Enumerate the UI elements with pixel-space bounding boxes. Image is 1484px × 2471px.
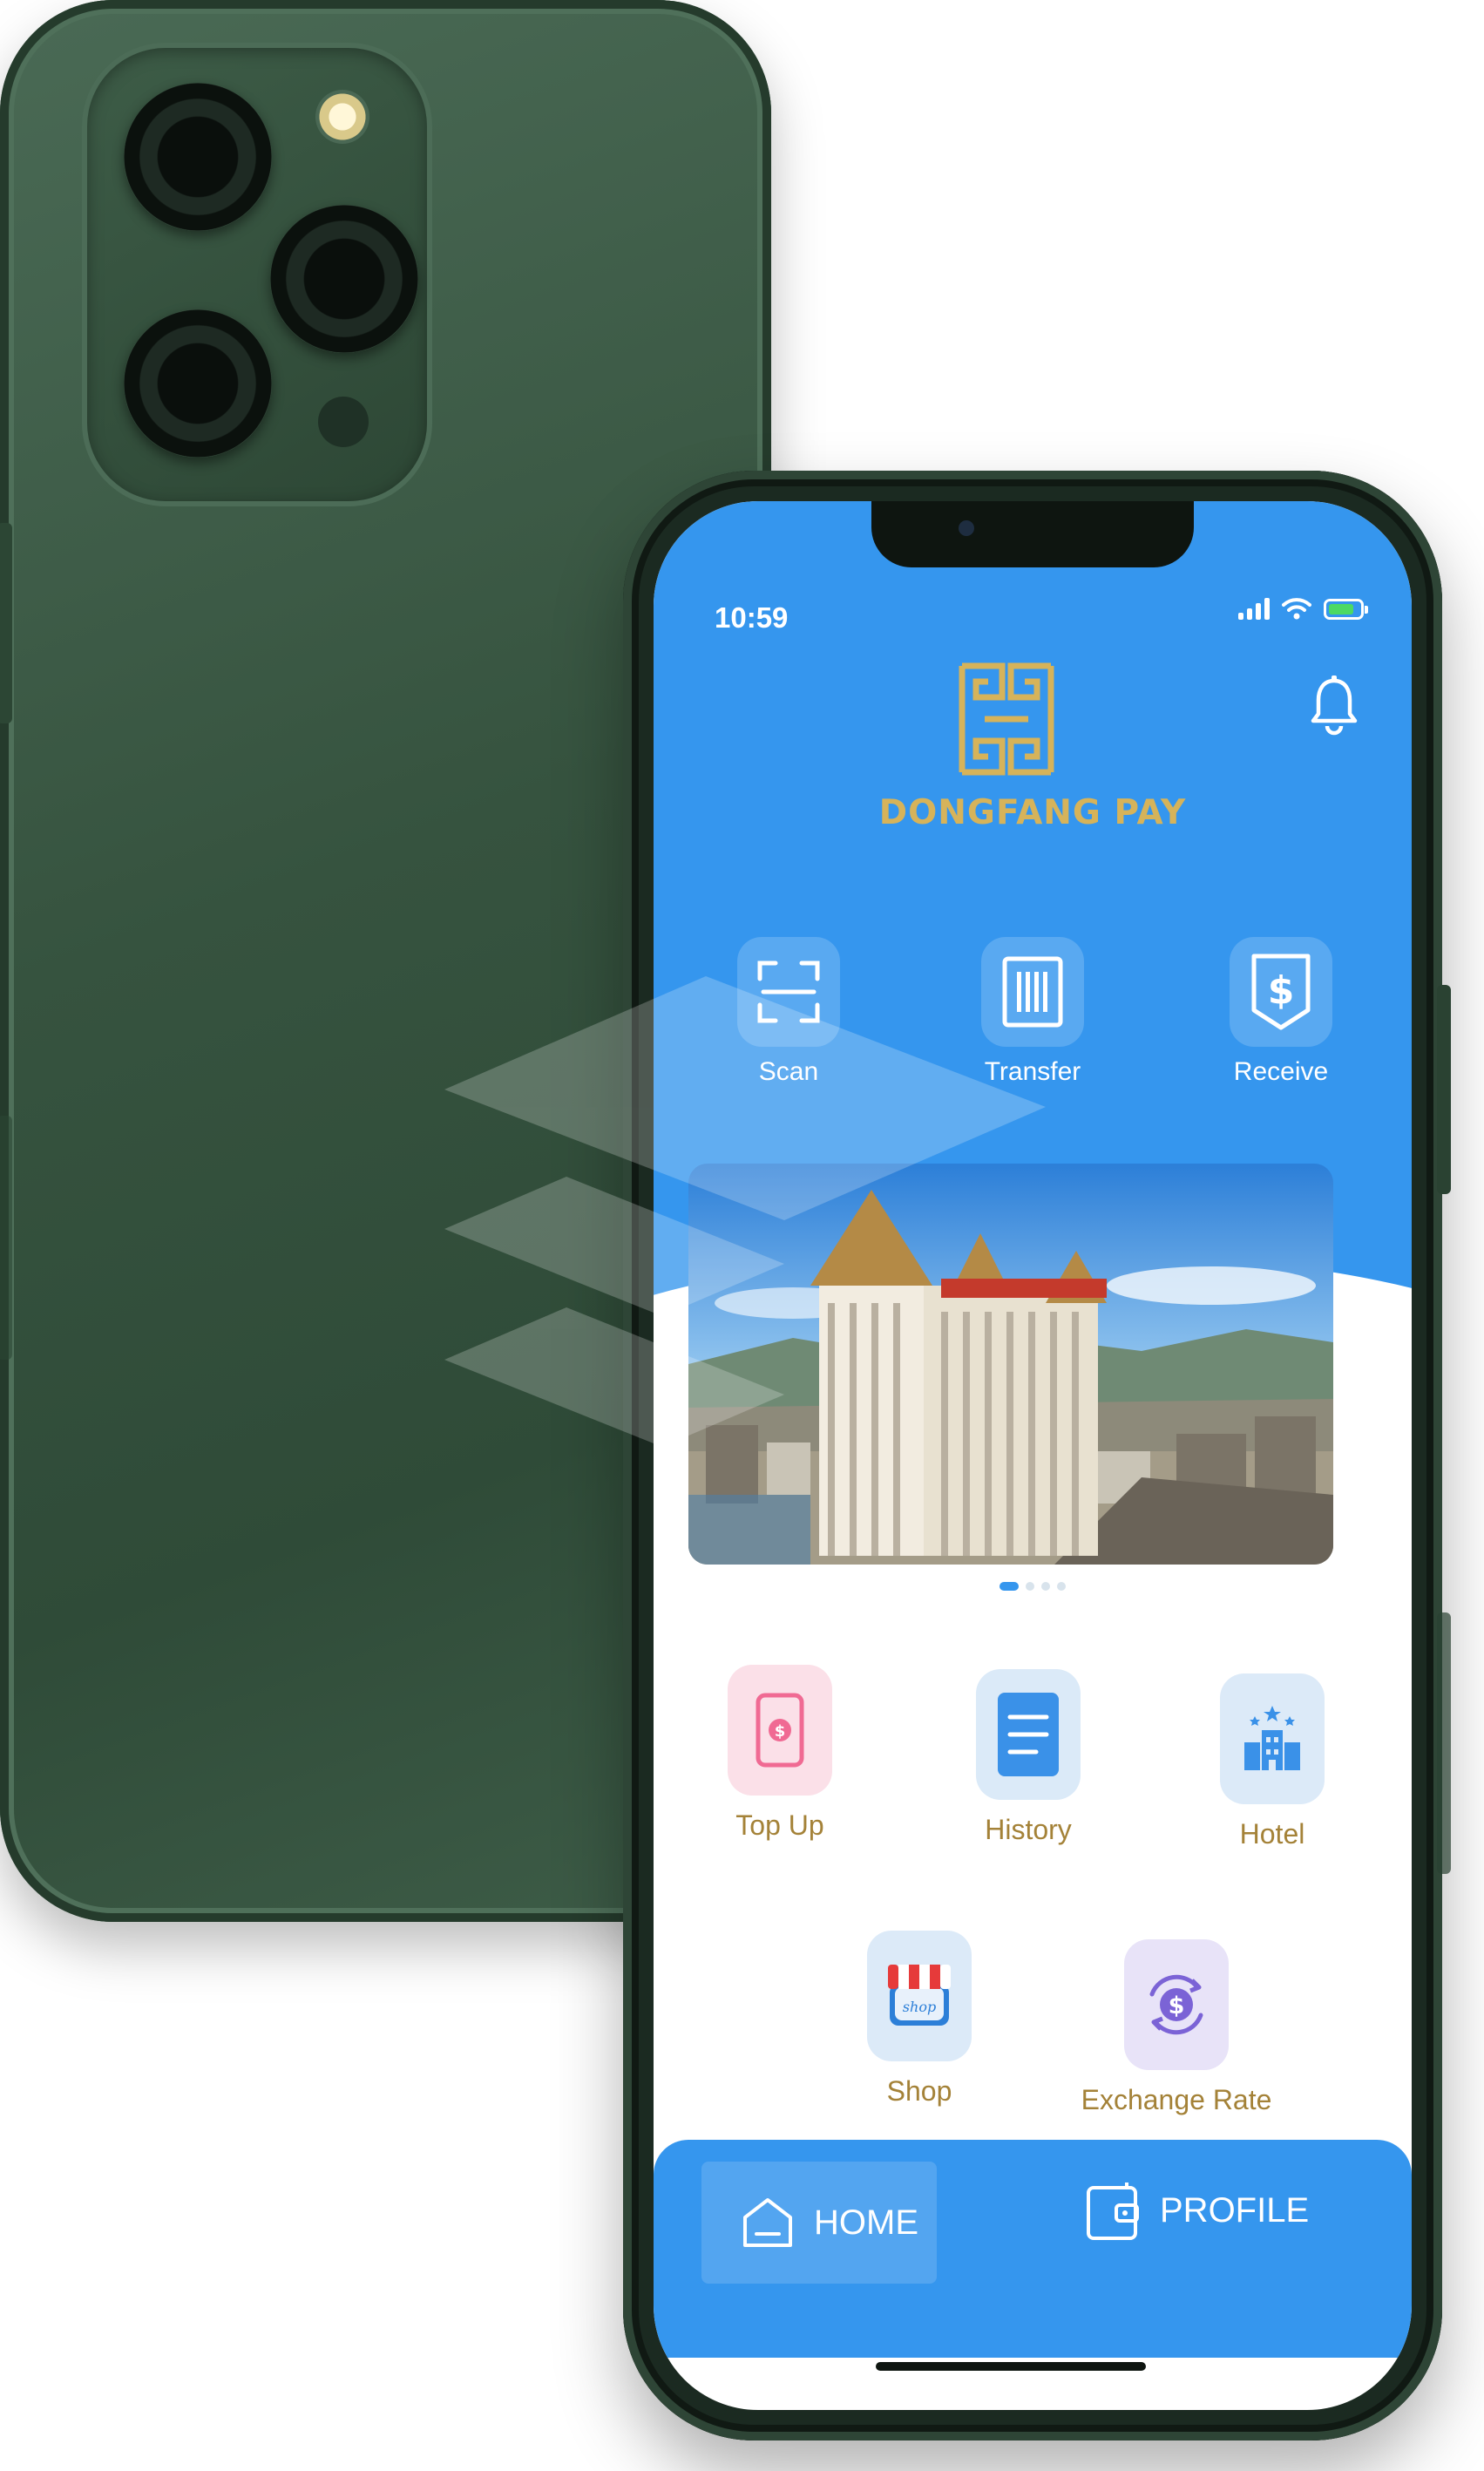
nav-profile-label: PROFILE: [1160, 2190, 1310, 2230]
camera-lens-icon: [270, 205, 418, 353]
top-up-label: Top Up: [735, 1809, 824, 1841]
bottom-navigation: HOME PROFILE: [654, 2140, 1412, 2358]
history-tile: [976, 1669, 1081, 1800]
front-phone-mockup: 10:59 DONGFANG PAY Scan Transfer $ Recei…: [623, 471, 1451, 2440]
carousel-dot[interactable]: [999, 1582, 1019, 1591]
quick-actions: Scan Transfer $ Receive: [654, 937, 1412, 1129]
side-button: [1437, 1612, 1451, 1874]
home-indicator: [876, 2362, 1146, 2371]
receive-label: Receive: [1233, 1057, 1329, 1086]
carousel-indicator[interactable]: [654, 1582, 1412, 1591]
carousel-dot[interactable]: [1026, 1582, 1034, 1591]
camera-module: [87, 48, 427, 501]
receive-button[interactable]: $ Receive: [1207, 937, 1355, 1087]
battery-icon: [1324, 599, 1368, 620]
shop-tile: shop: [867, 1931, 972, 2061]
side-button: [0, 1116, 12, 1360]
side-button: [0, 523, 12, 723]
hotel-building-photo: [688, 1164, 1333, 1565]
top-up-button[interactable]: $ Top Up: [693, 1665, 867, 1842]
svg-text:$: $: [1268, 968, 1295, 1013]
camera-lens-icon: [124, 309, 272, 458]
scan-label: Scan: [758, 1057, 819, 1086]
nav-home-label: HOME: [814, 2203, 918, 2242]
nav-home-tab[interactable]: HOME: [701, 2162, 937, 2284]
shop-button[interactable]: shop Shop: [832, 1931, 1006, 2108]
notification-bell-icon[interactable]: [1309, 675, 1359, 737]
hotel-label: Hotel: [1239, 1818, 1305, 1850]
exchange-rate-tile: $: [1124, 1939, 1229, 2070]
wallet-icon: [1087, 2182, 1139, 2240]
flash-icon: [315, 90, 369, 144]
camera-lens-icon: [124, 83, 272, 231]
carousel-dot[interactable]: [1041, 1582, 1050, 1591]
history-icon: [998, 1693, 1059, 1776]
svg-text:$: $: [775, 1722, 786, 1741]
lidar-sensor-icon: [318, 397, 369, 447]
svg-text:$: $: [1169, 1992, 1185, 2020]
carousel-dot[interactable]: [1057, 1582, 1066, 1591]
top-up-icon: $: [756, 1693, 804, 1768]
scan-icon: [757, 961, 820, 1023]
exchange-rate-label: Exchange Rate: [1081, 2084, 1272, 2115]
signal-icon: [1238, 597, 1270, 620]
hotel-icon: [1244, 1706, 1300, 1770]
notch: [871, 501, 1194, 567]
barcode-icon: [1002, 956, 1063, 1028]
transfer-label: Transfer: [984, 1057, 1081, 1086]
nav-profile-tab[interactable]: PROFILE: [1085, 2179, 1309, 2242]
transfer-button[interactable]: Transfer: [959, 937, 1107, 1087]
exchange-rate-button[interactable]: $ Exchange Rate: [1076, 1939, 1277, 2116]
hotel-tile: [1220, 1673, 1325, 1804]
status-icons: [1238, 597, 1368, 620]
receive-tile: $: [1230, 937, 1332, 1047]
front-camera-icon: [959, 520, 974, 536]
transfer-tile: [981, 937, 1084, 1047]
status-time: 10:59: [715, 601, 789, 634]
top-up-tile: $: [728, 1665, 832, 1796]
scan-button[interactable]: Scan: [715, 937, 863, 1087]
history-button[interactable]: History: [941, 1669, 1115, 1846]
dollar-shield-icon: $: [1251, 954, 1311, 1030]
scan-tile: [737, 937, 840, 1047]
exchange-rate-icon: $: [1149, 1974, 1203, 2035]
hotel-button[interactable]: Hotel: [1185, 1673, 1359, 1850]
app-brand-name: DONGFANG PAY: [878, 793, 1187, 832]
promo-banner[interactable]: [688, 1164, 1333, 1565]
wifi-icon: [1282, 598, 1311, 620]
home-icon: [743, 2198, 792, 2247]
shop-icon: shop: [888, 1965, 951, 2026]
app-screen: 10:59 DONGFANG PAY Scan Transfer $ Recei…: [654, 501, 1412, 2410]
svg-text:shop: shop: [903, 1999, 936, 2015]
shop-label: Shop: [886, 2075, 952, 2107]
history-label: History: [985, 1814, 1072, 1845]
dongfang-logo: [959, 662, 1054, 776]
side-button: [1437, 985, 1451, 1194]
